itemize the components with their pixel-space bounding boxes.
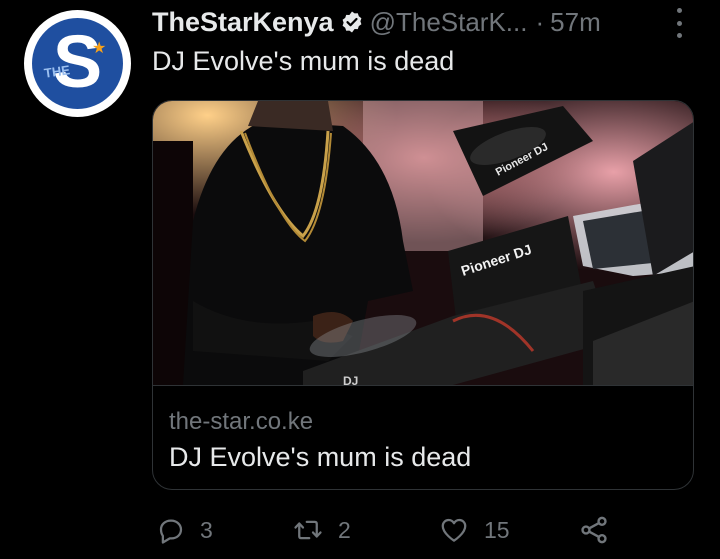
author-handle[interactable]: @TheStarK... [370, 7, 528, 38]
heart-icon [441, 518, 467, 542]
more-dot [676, 33, 682, 38]
timestamp[interactable]: 57m [550, 7, 601, 38]
reply-icon [159, 519, 183, 544]
card-domain: the-star.co.ke [169, 408, 314, 435]
card-meta: the-star.co.ke DJ Evolve's mum is dead [153, 385, 693, 489]
retweet-button[interactable]: 2 [292, 510, 351, 550]
reply-count: 3 [200, 516, 213, 543]
star-icon: ★ [92, 40, 107, 57]
tweet-text: DJ Evolve's mum is dead [152, 46, 455, 76]
like-count: 15 [484, 516, 510, 543]
retweet-icon [294, 520, 322, 540]
separator: · [535, 6, 545, 37]
more-dot [676, 8, 682, 13]
deck-bottom-label: DJ [343, 374, 358, 385]
retweet-count: 2 [338, 516, 351, 543]
share-icon [581, 516, 607, 544]
more-dot [676, 20, 682, 26]
more-options-icon[interactable] [672, 8, 686, 38]
author-name[interactable]: TheStarKenya [152, 7, 334, 38]
reply-button[interactable]: 3 [156, 510, 213, 550]
share-button[interactable] [578, 510, 610, 550]
like-button[interactable]: 15 [438, 510, 510, 550]
verified-badge-icon [342, 11, 361, 33]
dj-photo-icon: Pioneer DJ Pioneer DJ DJ [153, 101, 693, 385]
link-card[interactable]: Pioneer DJ Pioneer DJ DJ the-star.co.ke … [152, 100, 694, 490]
tweet-header: TheStarKenya @TheStarK... · 57m [152, 2, 601, 42]
logo-letter: S [52, 20, 103, 103]
thestar-logo: S THE ★ [32, 18, 123, 109]
tweet-actions: 3 2 15 [152, 510, 692, 550]
card-title: DJ Evolve's mum is dead [169, 442, 472, 472]
card-image[interactable]: Pioneer DJ Pioneer DJ DJ [153, 101, 693, 385]
avatar[interactable]: S THE ★ [24, 10, 131, 117]
